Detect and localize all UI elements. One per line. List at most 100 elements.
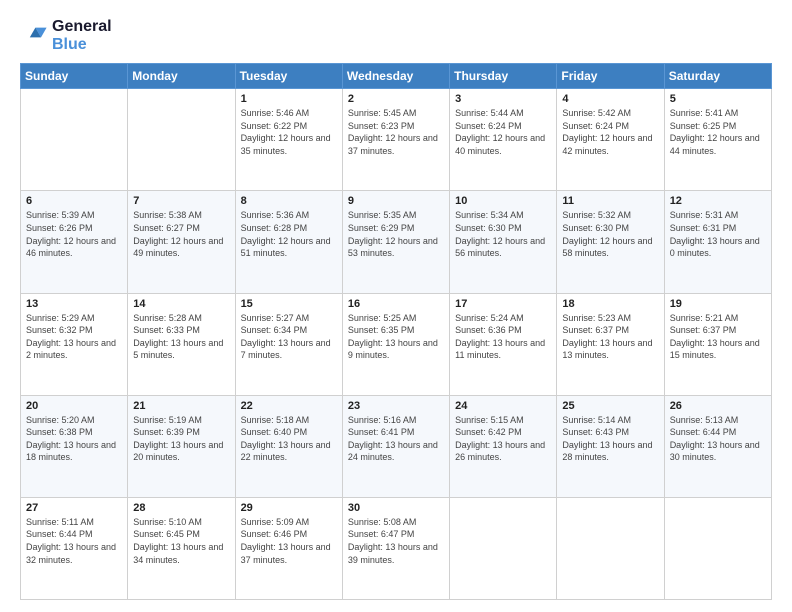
calendar-cell: 23 Sunrise: 5:16 AMSunset: 6:41 PMDayligh… — [342, 395, 449, 497]
day-info: Sunrise: 5:32 AMSunset: 6:30 PMDaylight:… — [562, 209, 658, 259]
day-number: 30 — [348, 502, 444, 514]
day-info: Sunrise: 5:25 AMSunset: 6:35 PMDaylight:… — [348, 312, 444, 362]
calendar-cell: 19 Sunrise: 5:21 AMSunset: 6:37 PMDayligh… — [664, 293, 771, 395]
day-info: Sunrise: 5:21 AMSunset: 6:37 PMDaylight:… — [670, 312, 766, 362]
day-number: 3 — [455, 93, 551, 105]
calendar-cell: 27 Sunrise: 5:11 AMSunset: 6:44 PMDayligh… — [21, 497, 128, 599]
day-info: Sunrise: 5:42 AMSunset: 6:24 PMDaylight:… — [562, 107, 658, 157]
day-number: 16 — [348, 298, 444, 310]
day-info: Sunrise: 5:13 AMSunset: 6:44 PMDaylight:… — [670, 414, 766, 464]
day-number: 8 — [241, 195, 337, 207]
day-info: Sunrise: 5:38 AMSunset: 6:27 PMDaylight:… — [133, 209, 229, 259]
day-number: 1 — [241, 93, 337, 105]
week-row-3: 13Sunrise: 5:29 AMSunset: 6:32 PMDayligh… — [21, 293, 772, 395]
day-info: Sunrise: 5:10 AMSunset: 6:45 PMDaylight:… — [133, 516, 229, 566]
calendar-cell: 2 Sunrise: 5:45 AMSunset: 6:23 PMDaylight… — [342, 89, 449, 191]
day-number: 13 — [26, 298, 122, 310]
day-info: Sunrise: 5:27 AMSunset: 6:34 PMDaylight:… — [241, 312, 337, 362]
day-info: Sunrise: 5:31 AMSunset: 6:31 PMDaylight:… — [670, 209, 766, 259]
weekday-header-thursday: Thursday — [450, 64, 557, 89]
day-info: Sunrise: 5:16 AMSunset: 6:41 PMDaylight:… — [348, 414, 444, 464]
weekday-header-row: SundayMondayTuesdayWednesdayThursdayFrid… — [21, 64, 772, 89]
day-number: 14 — [133, 298, 229, 310]
calendar-cell: 10 Sunrise: 5:34 AMSunset: 6:30 PMDayligh… — [450, 191, 557, 293]
day-number: 4 — [562, 93, 658, 105]
week-row-1: 1Sunrise: 5:46 AMSunset: 6:22 PMDaylight… — [21, 89, 772, 191]
calendar-cell: 28Sunrise: 5:10 AMSunset: 6:45 PMDayligh… — [128, 497, 235, 599]
day-number: 9 — [348, 195, 444, 207]
day-info: Sunrise: 5:19 AMSunset: 6:39 PMDaylight:… — [133, 414, 229, 464]
calendar-cell: 16 Sunrise: 5:25 AMSunset: 6:35 PMDayligh… — [342, 293, 449, 395]
calendar-cell: 15Sunrise: 5:27 AMSunset: 6:34 PMDayligh… — [235, 293, 342, 395]
calendar-cell: 7 Sunrise: 5:38 AMSunset: 6:27 PMDaylight… — [128, 191, 235, 293]
day-info: Sunrise: 5:24 AMSunset: 6:36 PMDaylight:… — [455, 312, 551, 362]
day-number: 10 — [455, 195, 551, 207]
calendar-cell: 1Sunrise: 5:46 AMSunset: 6:22 PMDaylight… — [235, 89, 342, 191]
logo: General Blue — [20, 18, 112, 53]
day-number: 29 — [241, 502, 337, 514]
day-number: 18 — [562, 298, 658, 310]
day-number: 22 — [241, 400, 337, 412]
calendar-cell: 17 Sunrise: 5:24 AMSunset: 6:36 PMDayligh… — [450, 293, 557, 395]
calendar-cell: 20Sunrise: 5:20 AMSunset: 6:38 PMDayligh… — [21, 395, 128, 497]
day-info: Sunrise: 5:41 AMSunset: 6:25 PMDaylight:… — [670, 107, 766, 157]
day-info: Sunrise: 5:18 AMSunset: 6:40 PMDaylight:… — [241, 414, 337, 464]
calendar-cell: 21 Sunrise: 5:19 AMSunset: 6:39 PMDayligh… — [128, 395, 235, 497]
day-number: 17 — [455, 298, 551, 310]
weekday-header-sunday: Sunday — [21, 64, 128, 89]
day-number: 6 — [26, 195, 122, 207]
calendar-cell: 30 Sunrise: 5:08 AMSunset: 6:47 PMDayligh… — [342, 497, 449, 599]
weekday-header-monday: Monday — [128, 64, 235, 89]
calendar-cell: 6 Sunrise: 5:39 AMSunset: 6:26 PMDaylight… — [21, 191, 128, 293]
day-number: 5 — [670, 93, 766, 105]
calendar-cell: 3 Sunrise: 5:44 AMSunset: 6:24 PMDaylight… — [450, 89, 557, 191]
weekday-header-friday: Friday — [557, 64, 664, 89]
calendar-cell: 5 Sunrise: 5:41 AMSunset: 6:25 PMDaylight… — [664, 89, 771, 191]
calendar-cell — [128, 89, 235, 191]
day-info: Sunrise: 5:44 AMSunset: 6:24 PMDaylight:… — [455, 107, 551, 157]
calendar-cell: 14 Sunrise: 5:28 AMSunset: 6:33 PMDayligh… — [128, 293, 235, 395]
day-number: 7 — [133, 195, 229, 207]
day-number: 21 — [133, 400, 229, 412]
calendar-cell — [664, 497, 771, 599]
day-info: Sunrise: 5:20 AMSunset: 6:38 PMDaylight:… — [26, 414, 122, 464]
day-info: Sunrise: 5:14 AMSunset: 6:43 PMDaylight:… — [562, 414, 658, 464]
page: General Blue SundayMondayTuesdayWednesda… — [0, 0, 792, 612]
calendar-cell: 25Sunrise: 5:14 AMSunset: 6:43 PMDayligh… — [557, 395, 664, 497]
week-row-5: 27 Sunrise: 5:11 AMSunset: 6:44 PMDayligh… — [21, 497, 772, 599]
day-info: Sunrise: 5:36 AMSunset: 6:28 PMDaylight:… — [241, 209, 337, 259]
logo-icon — [20, 22, 48, 50]
day-number: 12 — [670, 195, 766, 207]
day-info: Sunrise: 5:35 AMSunset: 6:29 PMDaylight:… — [348, 209, 444, 259]
header: General Blue — [20, 18, 772, 53]
day-number: 11 — [562, 195, 658, 207]
day-info: Sunrise: 5:45 AMSunset: 6:23 PMDaylight:… — [348, 107, 444, 157]
day-number: 19 — [670, 298, 766, 310]
calendar-cell — [450, 497, 557, 599]
calendar-cell — [557, 497, 664, 599]
day-info: Sunrise: 5:11 AMSunset: 6:44 PMDaylight:… — [26, 516, 122, 566]
day-number: 26 — [670, 400, 766, 412]
day-info: Sunrise: 5:28 AMSunset: 6:33 PMDaylight:… — [133, 312, 229, 362]
day-info: Sunrise: 5:34 AMSunset: 6:30 PMDaylight:… — [455, 209, 551, 259]
day-info: Sunrise: 5:39 AMSunset: 6:26 PMDaylight:… — [26, 209, 122, 259]
day-number: 27 — [26, 502, 122, 514]
calendar-cell: 26 Sunrise: 5:13 AMSunset: 6:44 PMDayligh… — [664, 395, 771, 497]
logo-text: General Blue — [52, 18, 112, 53]
week-row-2: 6 Sunrise: 5:39 AMSunset: 6:26 PMDaylight… — [21, 191, 772, 293]
day-number: 23 — [348, 400, 444, 412]
day-number: 24 — [455, 400, 551, 412]
day-info: Sunrise: 5:08 AMSunset: 6:47 PMDaylight:… — [348, 516, 444, 566]
calendar-cell: 8 Sunrise: 5:36 AMSunset: 6:28 PMDaylight… — [235, 191, 342, 293]
calendar-cell: 24Sunrise: 5:15 AMSunset: 6:42 PMDayligh… — [450, 395, 557, 497]
calendar-cell: 18Sunrise: 5:23 AMSunset: 6:37 PMDayligh… — [557, 293, 664, 395]
calendar-cell: 9 Sunrise: 5:35 AMSunset: 6:29 PMDaylight… — [342, 191, 449, 293]
day-info: Sunrise: 5:09 AMSunset: 6:46 PMDaylight:… — [241, 516, 337, 566]
weekday-header-saturday: Saturday — [664, 64, 771, 89]
calendar-cell: 4 Sunrise: 5:42 AMSunset: 6:24 PMDaylight… — [557, 89, 664, 191]
day-number: 2 — [348, 93, 444, 105]
weekday-header-tuesday: Tuesday — [235, 64, 342, 89]
calendar-cell: 12 Sunrise: 5:31 AMSunset: 6:31 PMDayligh… — [664, 191, 771, 293]
calendar-cell: 11 Sunrise: 5:32 AMSunset: 6:30 PMDayligh… — [557, 191, 664, 293]
calendar-cell — [21, 89, 128, 191]
